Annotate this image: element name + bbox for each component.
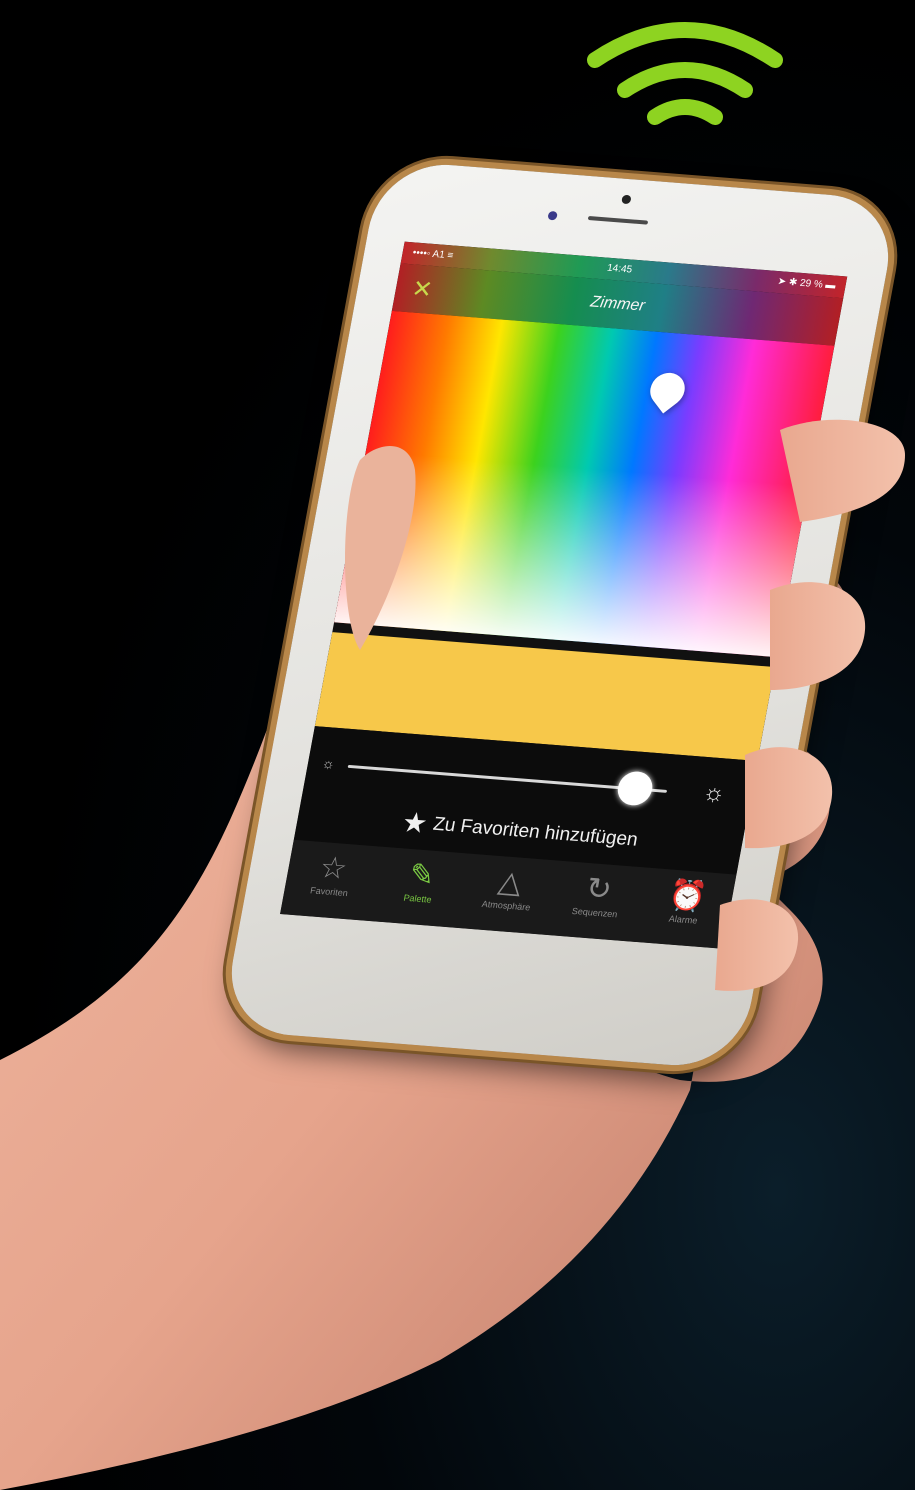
tab-label: Alarme: [668, 913, 699, 926]
brightness-slider-knob[interactable]: [615, 770, 656, 807]
eyedropper-icon: ✎: [406, 858, 438, 893]
tab-label: Palette: [402, 892, 433, 905]
star-icon: ★: [399, 806, 431, 840]
tab-label: Favoriten: [309, 885, 349, 899]
carrier-signal: ••••◦ A1 ≡: [411, 247, 455, 262]
tab-favoriten[interactable]: ☆ Favoriten: [280, 840, 382, 921]
refresh-cycle-icon: ↻: [583, 872, 615, 907]
sun-small-icon: ☼: [320, 754, 337, 772]
scene: ••••◦ A1 ≡ 14:45 ➤ ✱ 29 % ▬ ✕ Zimmer ☼ ☼…: [0, 0, 915, 1490]
add-to-favorites-label: Zu Favoriten hinzufügen: [431, 813, 640, 851]
tab-label: Sequenzen: [571, 905, 619, 920]
star-outline-icon: ☆: [316, 851, 350, 886]
tab-atmosphaere[interactable]: △ Atmosphäre: [457, 854, 559, 935]
tab-alarme[interactable]: ⏰ Alarme: [634, 868, 736, 949]
sun-large-icon: ☼: [700, 778, 728, 808]
status-time: 14:45: [606, 262, 634, 276]
battery-status: ➤ ✱ 29 % ▬: [776, 276, 837, 292]
color-pin-icon[interactable]: [643, 365, 692, 414]
alarm-clock-icon: ⏰: [665, 878, 710, 915]
color-spectrum-picker[interactable]: [334, 310, 835, 658]
tab-sequenzen[interactable]: ↻ Sequenzen: [546, 861, 648, 942]
mountain-icon: △: [495, 865, 525, 900]
tab-palette[interactable]: ✎ Palette: [369, 847, 471, 928]
